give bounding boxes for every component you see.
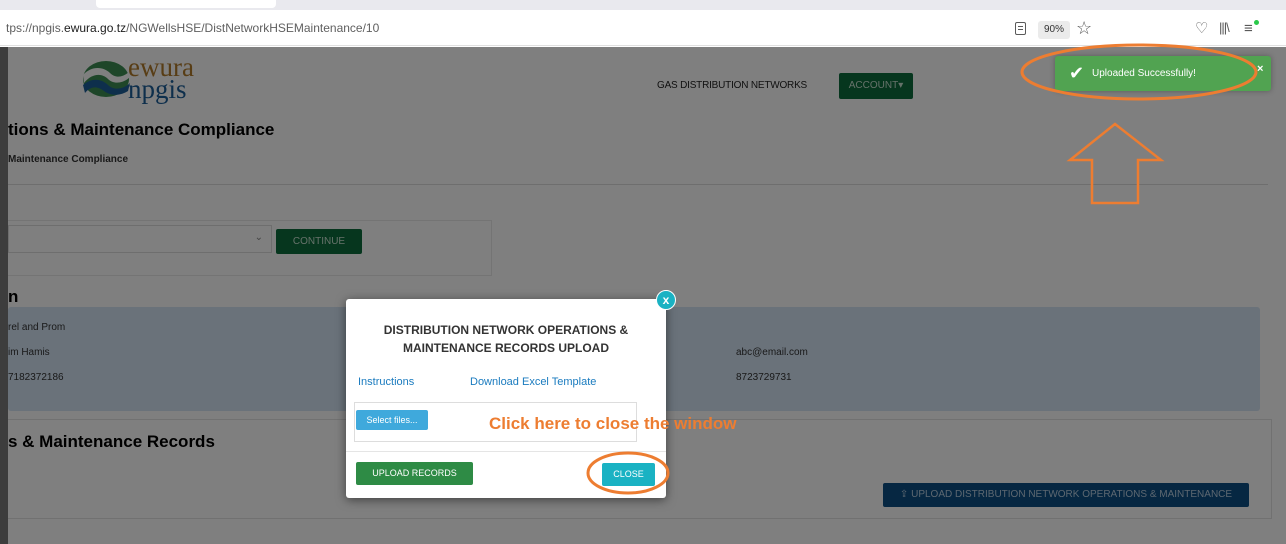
- modal-title-line-2: MAINTENANCE RECORDS UPLOAD: [402, 341, 609, 355]
- upload-records-modal: DISTRIBUTION NETWORK OPERATIONS & MAINTE…: [346, 299, 666, 498]
- modal-title: DISTRIBUTION NETWORK OPERATIONS & MAINTE…: [346, 321, 666, 357]
- download-excel-template-link[interactable]: Download Excel Template: [470, 376, 596, 388]
- address-bar[interactable]: tps://npgis.ewura.go.tz/NGWellsHSE/DistN…: [0, 10, 1286, 46]
- menu-icon[interactable]: ≡: [1244, 20, 1253, 37]
- library-icon[interactable]: |||\: [1219, 20, 1230, 35]
- instructions-link[interactable]: Instructions: [358, 376, 414, 388]
- pocket-icon[interactable]: ♡: [1195, 19, 1208, 37]
- update-dot: [1254, 20, 1259, 25]
- annotation-text: Click here to close the window: [489, 414, 737, 433]
- star-icon[interactable]: ☆: [1076, 18, 1092, 39]
- browser-tab[interactable]: [96, 0, 276, 8]
- toast-close-icon[interactable]: ×: [1257, 63, 1263, 75]
- modal-close-icon[interactable]: x: [656, 290, 676, 310]
- modal-divider: [346, 451, 666, 452]
- upload-records-button[interactable]: UPLOAD RECORDS: [356, 462, 473, 485]
- zoom-level[interactable]: 90%: [1038, 21, 1070, 39]
- toast-message: Uploaded Successfully!: [1092, 68, 1196, 79]
- select-files-button[interactable]: Select files...: [356, 410, 428, 430]
- browser-tab-strip: [0, 0, 1286, 10]
- checkmark-icon: ✔: [1069, 63, 1085, 83]
- url-text[interactable]: tps://npgis.ewura.go.tz/NGWellsHSE/DistN…: [6, 21, 379, 35]
- close-button[interactable]: CLOSE: [602, 463, 655, 486]
- success-toast[interactable]: ✔ Uploaded Successfully!: [1055, 56, 1271, 91]
- modal-title-line-1: DISTRIBUTION NETWORK OPERATIONS &: [383, 323, 629, 337]
- reader-view-icon[interactable]: [1015, 22, 1026, 35]
